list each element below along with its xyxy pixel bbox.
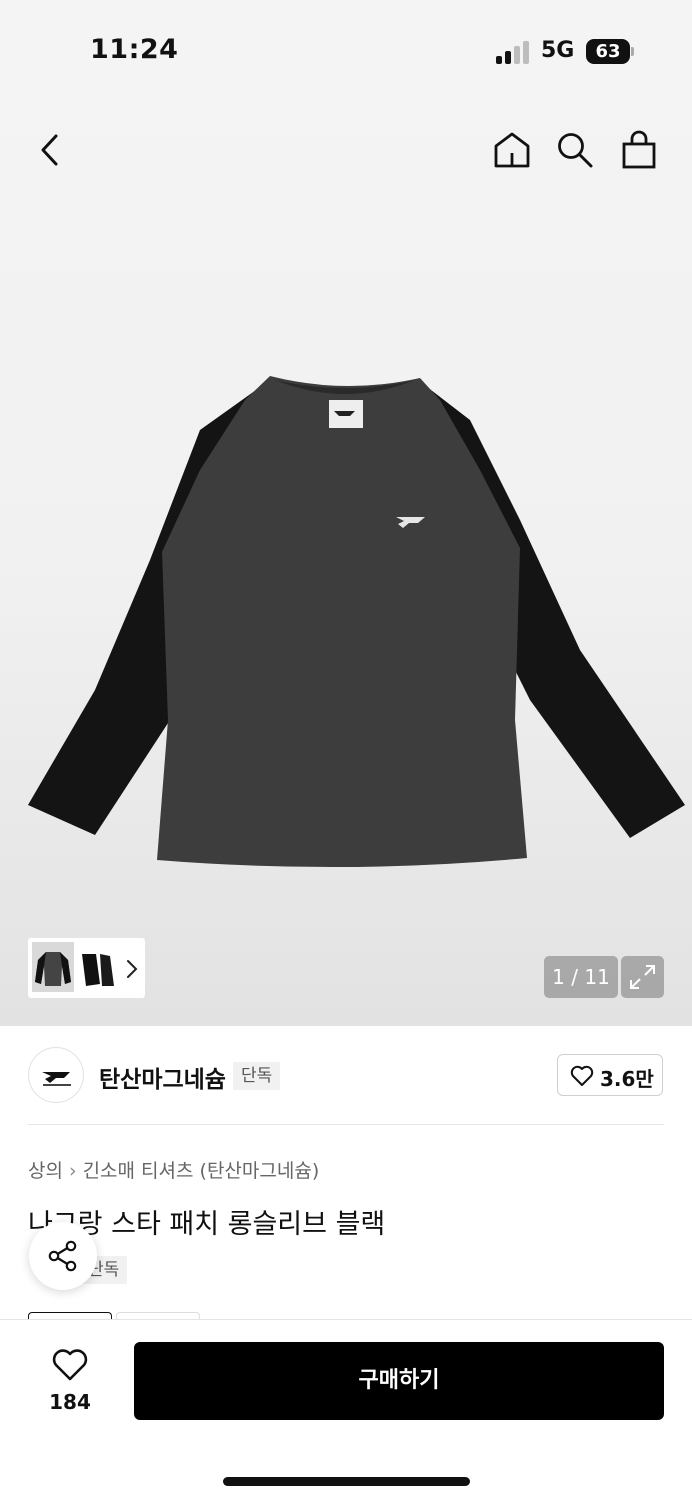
breadcrumb-category[interactable]: 상의 (28, 1156, 63, 1183)
search-icon[interactable] (556, 131, 594, 169)
expand-button[interactable] (621, 956, 664, 998)
expand-icon (630, 965, 655, 989)
status-time: 11:24 (90, 34, 179, 65)
product-image-gallery[interactable]: 11:24 5G 63 1 / 11 (0, 0, 692, 1026)
network-type: 5G (541, 38, 575, 63)
exclusive-badge: 단독 (233, 1062, 281, 1090)
home-icon[interactable] (493, 131, 531, 169)
back-icon[interactable] (36, 132, 66, 168)
heart-icon (52, 1349, 88, 1381)
breadcrumb-separator-icon: › (68, 1160, 77, 1182)
image-counter: 1 / 11 (544, 956, 618, 998)
battery-tip (631, 47, 634, 56)
brand-name[interactable]: 탄산마그네슘 (99, 1060, 226, 1094)
brand-row[interactable]: 탄산마그네슘 단독 3.6만 (28, 1046, 664, 1106)
brand-logo[interactable] (28, 1047, 84, 1103)
home-indicator (223, 1477, 470, 1486)
buy-button[interactable]: 구매하기 (134, 1342, 664, 1420)
share-icon (48, 1240, 77, 1272)
thumbnail-strip[interactable] (28, 938, 145, 998)
chevron-right-icon[interactable] (125, 958, 139, 980)
shopping-bag-icon[interactable] (620, 130, 658, 170)
thumbnail-active[interactable] (32, 942, 74, 992)
product-photo (28, 376, 685, 868)
wish-button[interactable]: 184 (30, 1344, 110, 1414)
status-bar: 11:24 5G 63 (0, 0, 692, 100)
bottom-action-bar: 184 구매하기 (0, 1319, 692, 1500)
thumbnail-2[interactable] (76, 948, 118, 992)
breadcrumb-subcategory[interactable]: 긴소매 티셔츠 (탄산마그네슘) (83, 1156, 320, 1183)
brand-like-count: 3.6만 (600, 1067, 654, 1091)
breadcrumb[interactable]: 상의 › 긴소매 티셔츠 (탄산마그네슘) (28, 1156, 319, 1183)
share-button[interactable] (29, 1222, 97, 1290)
signal-icon (496, 40, 532, 64)
brand-like-button[interactable]: 3.6만 (557, 1054, 663, 1096)
heart-icon (570, 1065, 594, 1086)
battery-icon: 63 (586, 39, 630, 64)
wish-count: 184 (49, 1390, 91, 1414)
divider (28, 1124, 664, 1125)
